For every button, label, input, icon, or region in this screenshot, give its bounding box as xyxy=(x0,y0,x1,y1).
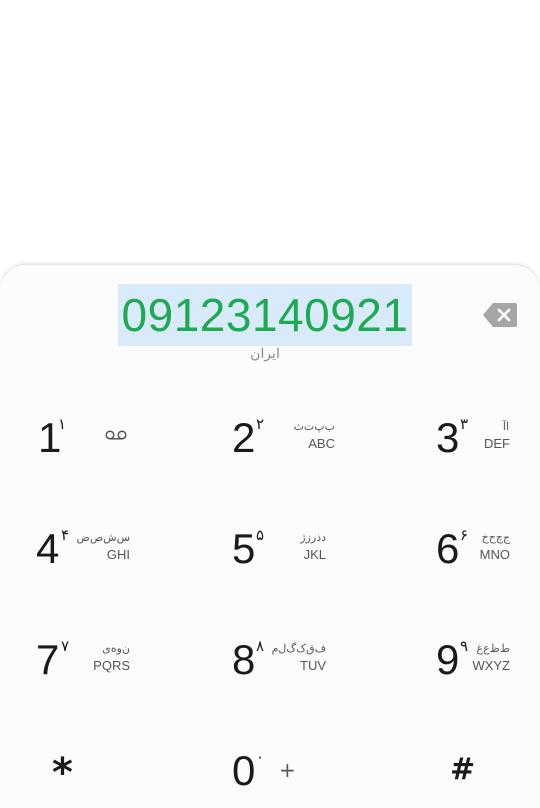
key-persian-letters: د‌ذ‌ر‌ز‌ژ xyxy=(300,531,326,544)
key-letters: + xyxy=(279,758,296,782)
backspace-button[interactable] xyxy=(482,302,518,328)
key-9[interactable]: 9 ۹ ط‌ظ‌ع‌غ WXYZ xyxy=(436,636,540,709)
key-digit: 0 xyxy=(232,747,256,794)
phone-number-text[interactable]: 09123140921 xyxy=(118,284,412,346)
key-letters: PQRS xyxy=(93,658,130,673)
key-persian-digit: ۷ xyxy=(61,637,70,655)
key-persian-letters: س‌ش‌ص‌ض xyxy=(76,531,130,544)
key-digit: 6 xyxy=(436,525,460,572)
key-letters: WXYZ xyxy=(472,658,510,673)
key-2[interactable]: 2 ۲ ب‌پ‌ت‌ث ABC xyxy=(232,414,382,487)
key-persian-digit: ۳ xyxy=(460,415,469,433)
key-persian-letters: ن‌و‌ه‌ی xyxy=(102,642,130,655)
key-letters: JKL xyxy=(303,547,326,562)
key-digit: * xyxy=(52,750,73,796)
key-letters: DEF xyxy=(484,436,510,451)
country-label: ایران xyxy=(250,346,280,362)
key-letters: MNO xyxy=(479,547,510,562)
key-persian-digit: ۸ xyxy=(256,637,265,655)
key-7[interactable]: 7 ۷ ن‌و‌ه‌ی PQRS xyxy=(36,636,186,709)
key-persian-digit: ۱ xyxy=(58,415,67,433)
key-5[interactable]: 5 ۵ د‌ذ‌ر‌ز‌ژ JKL xyxy=(232,525,382,598)
key-persian-letters: ط‌ظ‌ع‌غ xyxy=(476,642,510,655)
key-letters: ABC xyxy=(308,436,335,451)
key-star[interactable]: * xyxy=(50,750,200,808)
key-hash[interactable]: # xyxy=(450,752,540,808)
key-digit: 8 xyxy=(232,636,256,683)
key-8[interactable]: 8 ۸ ف‌ق‌ک‌گ‌ل‌م TUV xyxy=(232,636,382,709)
key-letters: TUV xyxy=(300,658,326,673)
key-digit: 9 xyxy=(436,636,460,683)
key-0[interactable]: 0 ۰ + xyxy=(232,747,382,808)
key-4[interactable]: 4 ۴ س‌ش‌ص‌ض GHI xyxy=(36,525,186,598)
key-persian-digit: ۶ xyxy=(460,526,469,544)
key-digit: 5 xyxy=(232,525,256,572)
key-persian-digit: ۰ xyxy=(256,748,265,766)
key-letters: GHI xyxy=(106,547,130,562)
key-persian-digit: ۵ xyxy=(256,526,265,544)
phone-number-field[interactable]: 09123140921 xyxy=(118,284,412,346)
key-digit: 4 xyxy=(36,525,60,572)
voicemail-icon xyxy=(105,430,127,440)
key-digit: 7 xyxy=(36,636,60,683)
key-persian-letters: ج‌چ‌ح‌خ xyxy=(481,531,510,544)
key-digit: # xyxy=(450,752,476,787)
key-1[interactable]: 1 ۱ xyxy=(38,415,188,487)
key-6[interactable]: 6 ۶ ج‌چ‌ح‌خ MNO xyxy=(436,525,540,598)
key-persian-letters: ب‌پ‌ت‌ث xyxy=(293,420,335,433)
key-digit: 3 xyxy=(436,414,460,461)
key-persian-letters: ا‌آ xyxy=(502,420,509,433)
key-persian-letters: ف‌ق‌ک‌گ‌ل‌م xyxy=(271,642,326,655)
key-3[interactable]: 3 ۳ ا‌آ DEF xyxy=(436,414,540,487)
key-digit: 2 xyxy=(232,414,256,461)
blank-top-area xyxy=(0,0,540,266)
key-persian-digit: ۴ xyxy=(61,526,70,544)
key-persian-digit: ۲ xyxy=(256,415,265,433)
backspace-icon xyxy=(483,303,517,327)
key-persian-digit: ۹ xyxy=(460,637,469,655)
